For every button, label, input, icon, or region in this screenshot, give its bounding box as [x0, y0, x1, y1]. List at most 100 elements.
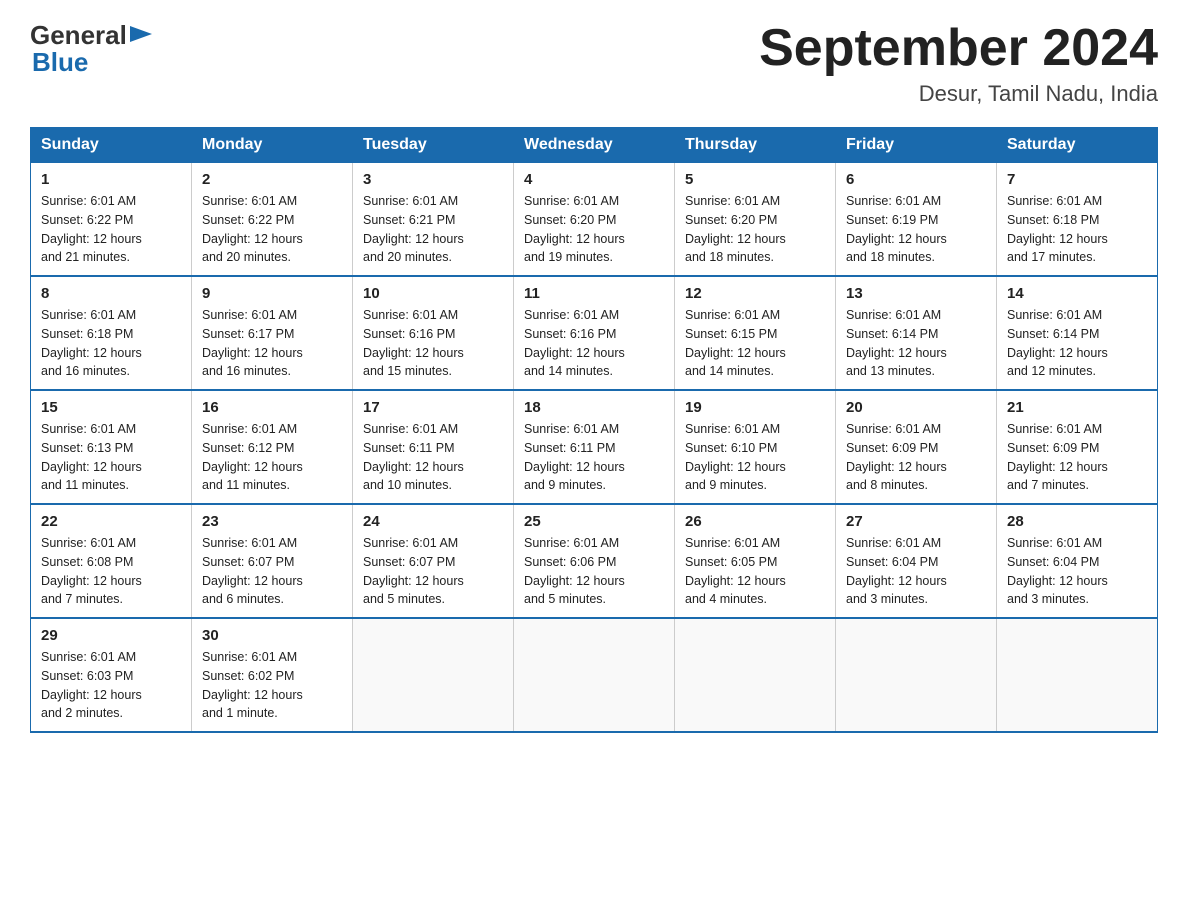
day-info: Sunrise: 6:01 AMSunset: 6:22 PMDaylight:… — [41, 194, 142, 264]
day-number: 4 — [524, 171, 664, 188]
day-info: Sunrise: 6:01 AMSunset: 6:02 PMDaylight:… — [202, 650, 303, 720]
day-info: Sunrise: 6:01 AMSunset: 6:22 PMDaylight:… — [202, 194, 303, 264]
day-number: 19 — [685, 399, 825, 416]
day-number: 14 — [1007, 285, 1147, 302]
day-info: Sunrise: 6:01 AMSunset: 6:11 PMDaylight:… — [363, 422, 464, 492]
day-info: Sunrise: 6:01 AMSunset: 6:16 PMDaylight:… — [524, 308, 625, 378]
day-info: Sunrise: 6:01 AMSunset: 6:20 PMDaylight:… — [524, 194, 625, 264]
day-info: Sunrise: 6:01 AMSunset: 6:04 PMDaylight:… — [846, 536, 947, 606]
day-number: 22 — [41, 513, 181, 530]
calendar-cell: 12 Sunrise: 6:01 AMSunset: 6:15 PMDaylig… — [675, 276, 836, 390]
header-tuesday: Tuesday — [353, 128, 514, 163]
calendar-cell — [353, 618, 514, 732]
calendar-cell: 8 Sunrise: 6:01 AMSunset: 6:18 PMDayligh… — [31, 276, 192, 390]
calendar-cell: 14 Sunrise: 6:01 AMSunset: 6:14 PMDaylig… — [997, 276, 1158, 390]
calendar-cell: 16 Sunrise: 6:01 AMSunset: 6:12 PMDaylig… — [192, 390, 353, 504]
day-info: Sunrise: 6:01 AMSunset: 6:09 PMDaylight:… — [846, 422, 947, 492]
day-info: Sunrise: 6:01 AMSunset: 6:14 PMDaylight:… — [1007, 308, 1108, 378]
day-number: 15 — [41, 399, 181, 416]
calendar-cell: 5 Sunrise: 6:01 AMSunset: 6:20 PMDayligh… — [675, 163, 836, 277]
day-info: Sunrise: 6:01 AMSunset: 6:07 PMDaylight:… — [202, 536, 303, 606]
month-title: September 2024 — [759, 20, 1158, 77]
header-monday: Monday — [192, 128, 353, 163]
calendar-cell: 10 Sunrise: 6:01 AMSunset: 6:16 PMDaylig… — [353, 276, 514, 390]
day-number: 2 — [202, 171, 342, 188]
title-area: September 2024 Desur, Tamil Nadu, India — [759, 20, 1158, 107]
day-info: Sunrise: 6:01 AMSunset: 6:17 PMDaylight:… — [202, 308, 303, 378]
day-info: Sunrise: 6:01 AMSunset: 6:03 PMDaylight:… — [41, 650, 142, 720]
day-info: Sunrise: 6:01 AMSunset: 6:09 PMDaylight:… — [1007, 422, 1108, 492]
calendar-cell: 28 Sunrise: 6:01 AMSunset: 6:04 PMDaylig… — [997, 504, 1158, 618]
day-number: 3 — [363, 171, 503, 188]
calendar-cell: 18 Sunrise: 6:01 AMSunset: 6:11 PMDaylig… — [514, 390, 675, 504]
day-info: Sunrise: 6:01 AMSunset: 6:13 PMDaylight:… — [41, 422, 142, 492]
calendar-cell: 3 Sunrise: 6:01 AMSunset: 6:21 PMDayligh… — [353, 163, 514, 277]
calendar-week-3: 15 Sunrise: 6:01 AMSunset: 6:13 PMDaylig… — [31, 390, 1158, 504]
day-number: 27 — [846, 513, 986, 530]
calendar-week-5: 29 Sunrise: 6:01 AMSunset: 6:03 PMDaylig… — [31, 618, 1158, 732]
calendar-cell: 11 Sunrise: 6:01 AMSunset: 6:16 PMDaylig… — [514, 276, 675, 390]
calendar-cell: 25 Sunrise: 6:01 AMSunset: 6:06 PMDaylig… — [514, 504, 675, 618]
day-info: Sunrise: 6:01 AMSunset: 6:16 PMDaylight:… — [363, 308, 464, 378]
day-number: 6 — [846, 171, 986, 188]
calendar-week-4: 22 Sunrise: 6:01 AMSunset: 6:08 PMDaylig… — [31, 504, 1158, 618]
day-number: 18 — [524, 399, 664, 416]
day-number: 25 — [524, 513, 664, 530]
calendar-cell: 24 Sunrise: 6:01 AMSunset: 6:07 PMDaylig… — [353, 504, 514, 618]
calendar-cell: 15 Sunrise: 6:01 AMSunset: 6:13 PMDaylig… — [31, 390, 192, 504]
calendar-cell: 29 Sunrise: 6:01 AMSunset: 6:03 PMDaylig… — [31, 618, 192, 732]
day-number: 21 — [1007, 399, 1147, 416]
day-info: Sunrise: 6:01 AMSunset: 6:12 PMDaylight:… — [202, 422, 303, 492]
calendar-cell: 22 Sunrise: 6:01 AMSunset: 6:08 PMDaylig… — [31, 504, 192, 618]
day-number: 26 — [685, 513, 825, 530]
day-number: 23 — [202, 513, 342, 530]
logo-blue-text: Blue — [32, 47, 152, 78]
calendar-cell: 30 Sunrise: 6:01 AMSunset: 6:02 PMDaylig… — [192, 618, 353, 732]
day-number: 5 — [685, 171, 825, 188]
day-number: 16 — [202, 399, 342, 416]
calendar-cell: 6 Sunrise: 6:01 AMSunset: 6:19 PMDayligh… — [836, 163, 997, 277]
day-number: 9 — [202, 285, 342, 302]
calendar-week-2: 8 Sunrise: 6:01 AMSunset: 6:18 PMDayligh… — [31, 276, 1158, 390]
day-number: 29 — [41, 627, 181, 644]
calendar-table: Sunday Monday Tuesday Wednesday Thursday… — [30, 127, 1158, 733]
day-number: 11 — [524, 285, 664, 302]
day-number: 12 — [685, 285, 825, 302]
calendar-cell — [997, 618, 1158, 732]
day-info: Sunrise: 6:01 AMSunset: 6:10 PMDaylight:… — [685, 422, 786, 492]
calendar-cell: 9 Sunrise: 6:01 AMSunset: 6:17 PMDayligh… — [192, 276, 353, 390]
header-saturday: Saturday — [997, 128, 1158, 163]
header-wednesday: Wednesday — [514, 128, 675, 163]
calendar-body: 1 Sunrise: 6:01 AMSunset: 6:22 PMDayligh… — [31, 163, 1158, 733]
calendar-cell: 17 Sunrise: 6:01 AMSunset: 6:11 PMDaylig… — [353, 390, 514, 504]
calendar-cell — [836, 618, 997, 732]
calendar-week-1: 1 Sunrise: 6:01 AMSunset: 6:22 PMDayligh… — [31, 163, 1158, 277]
day-number: 24 — [363, 513, 503, 530]
location-subtitle: Desur, Tamil Nadu, India — [759, 81, 1158, 107]
header-thursday: Thursday — [675, 128, 836, 163]
day-number: 13 — [846, 285, 986, 302]
calendar-cell: 1 Sunrise: 6:01 AMSunset: 6:22 PMDayligh… — [31, 163, 192, 277]
day-number: 20 — [846, 399, 986, 416]
day-number: 17 — [363, 399, 503, 416]
day-info: Sunrise: 6:01 AMSunset: 6:19 PMDaylight:… — [846, 194, 947, 264]
day-info: Sunrise: 6:01 AMSunset: 6:05 PMDaylight:… — [685, 536, 786, 606]
day-info: Sunrise: 6:01 AMSunset: 6:15 PMDaylight:… — [685, 308, 786, 378]
day-number: 7 — [1007, 171, 1147, 188]
header-row: Sunday Monday Tuesday Wednesday Thursday… — [31, 128, 1158, 163]
calendar-cell: 23 Sunrise: 6:01 AMSunset: 6:07 PMDaylig… — [192, 504, 353, 618]
header-friday: Friday — [836, 128, 997, 163]
day-number: 8 — [41, 285, 181, 302]
logo-flag-icon — [130, 26, 152, 48]
day-number: 30 — [202, 627, 342, 644]
calendar-cell: 13 Sunrise: 6:01 AMSunset: 6:14 PMDaylig… — [836, 276, 997, 390]
day-info: Sunrise: 6:01 AMSunset: 6:04 PMDaylight:… — [1007, 536, 1108, 606]
header-sunday: Sunday — [31, 128, 192, 163]
calendar-cell: 7 Sunrise: 6:01 AMSunset: 6:18 PMDayligh… — [997, 163, 1158, 277]
day-number: 10 — [363, 285, 503, 302]
calendar-cell — [514, 618, 675, 732]
day-number: 28 — [1007, 513, 1147, 530]
page-header: General Blue September 2024 Desur, Tamil… — [30, 20, 1158, 107]
day-info: Sunrise: 6:01 AMSunset: 6:07 PMDaylight:… — [363, 536, 464, 606]
calendar-cell: 27 Sunrise: 6:01 AMSunset: 6:04 PMDaylig… — [836, 504, 997, 618]
